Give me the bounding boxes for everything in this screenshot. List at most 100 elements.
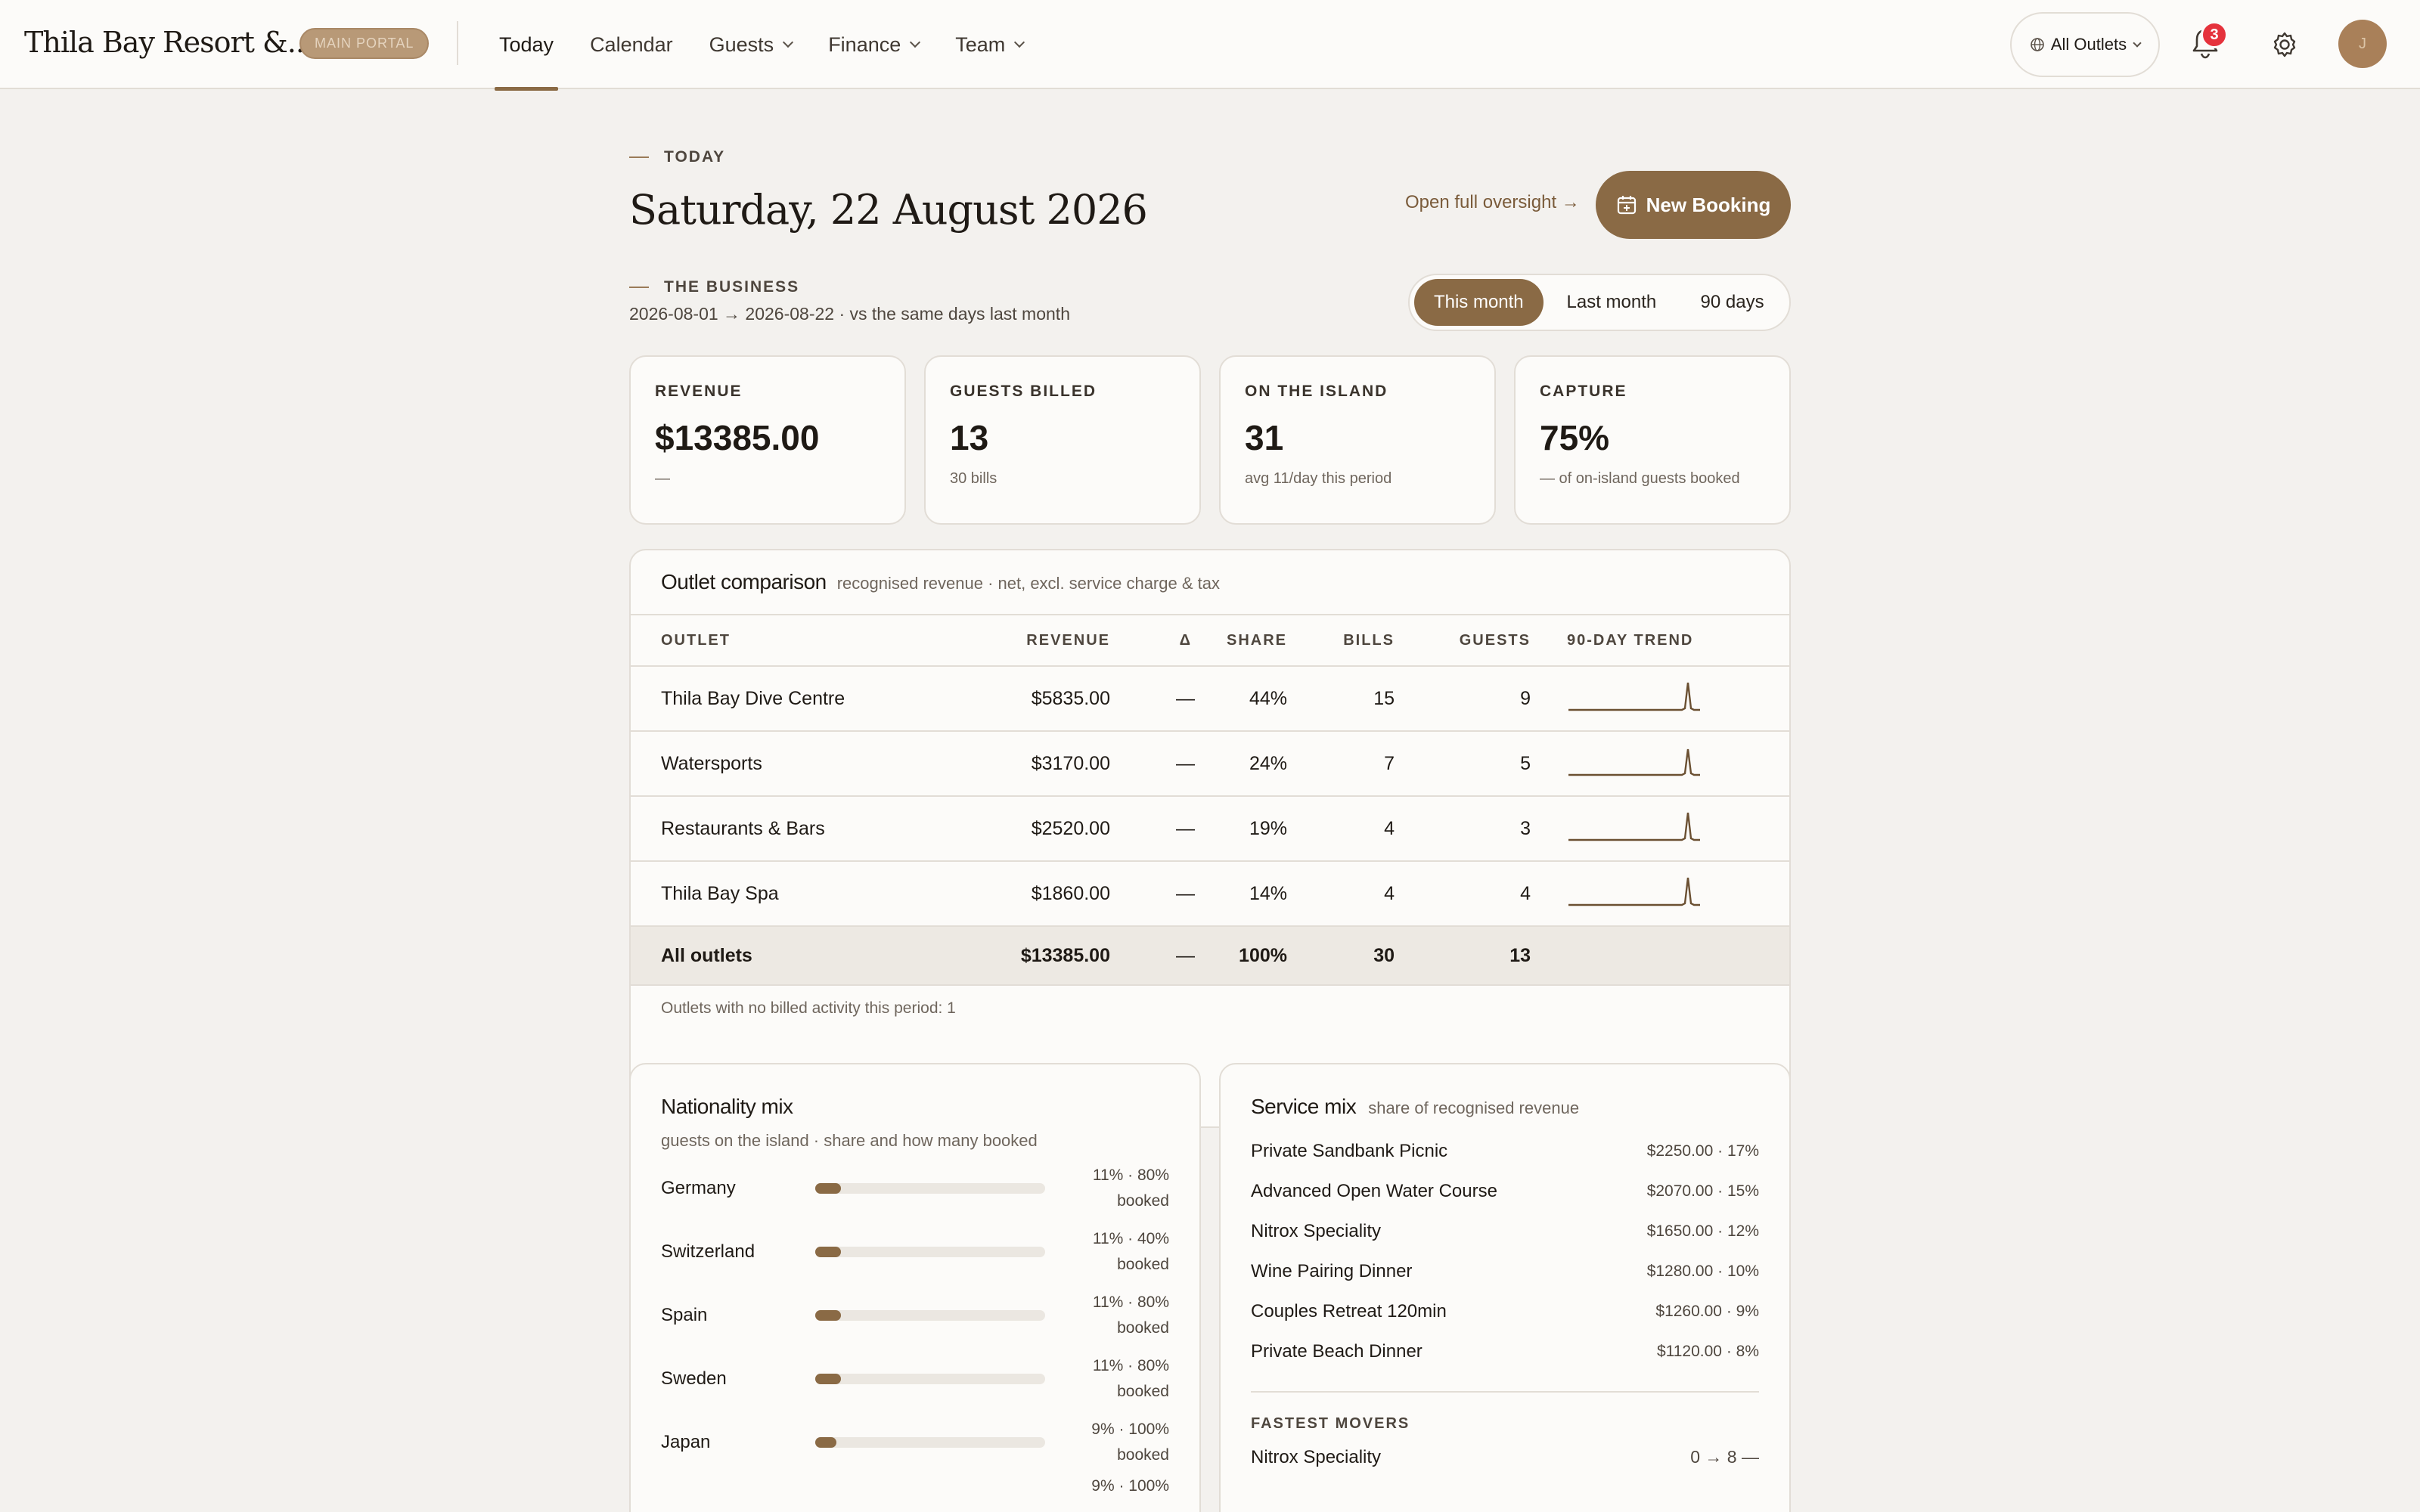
nationality-row: Spain 11% · 80% booked	[661, 1284, 1169, 1347]
kpi-sub: — of on-island guests booked	[1540, 470, 1740, 487]
mover-name: Nitrox Speciality	[1251, 1446, 1382, 1467]
service-value: $1650.00 · 12%	[1646, 1222, 1759, 1240]
outlet-name: Thila Bay Dive Centre	[631, 666, 994, 732]
outlet-delta: —	[1110, 861, 1195, 927]
fastest-movers-title: FASTEST MOVERS	[1251, 1415, 1410, 1432]
table-row[interactable]: Thila Bay Spa $1860.00 — 14% 4 4	[631, 861, 1789, 927]
card-subtitle: share of recognised revenue	[1368, 1098, 1580, 1117]
kpi-sub: 30 bills	[950, 470, 997, 487]
chevron-down-icon	[910, 36, 921, 48]
nav-link-team[interactable]: Team	[937, 0, 1041, 89]
nav-link-label: Calendar	[590, 33, 673, 56]
nav-link-label: Team	[955, 33, 1006, 56]
outlet-revenue: $1860.00	[994, 861, 1110, 927]
kpi-label: REVENUE	[655, 383, 743, 400]
outlet-share: 14%	[1195, 861, 1287, 927]
nationality-row: Japan 9% · 100% booked	[661, 1411, 1169, 1474]
outlet-table: OUTLET REVENUE Δ SHARE BILLS GUESTS 90-D…	[631, 614, 1789, 986]
country-name: Germany	[661, 1178, 736, 1198]
business-date-range: 2026-08-01 → 2026-08-22 · vs the same da…	[629, 304, 1070, 324]
chevron-down-icon	[783, 36, 794, 48]
table-header-row: OUTLET REVENUE Δ SHARE BILLS GUESTS 90-D…	[631, 614, 1789, 667]
service-item: Private Sandbank Picnic $2250.00 · 17%	[1251, 1131, 1759, 1171]
brand-name[interactable]: Thila Bay Resort &...	[24, 26, 313, 59]
share-bar	[815, 1183, 1046, 1194]
new-booking-button[interactable]: New Booking	[1596, 171, 1791, 239]
share-bar	[815, 1437, 1046, 1448]
nav-link-today[interactable]: Today	[481, 0, 572, 91]
trend-sparkline	[1531, 731, 1789, 797]
outlet-delta: —	[1110, 796, 1195, 862]
user-avatar[interactable]: J	[2338, 20, 2387, 68]
business-kicker: THE BUSINESS	[629, 278, 799, 296]
kpi-on-the-island: ON THE ISLAND 31 avg 11/day this period	[1219, 355, 1496, 525]
kpi-sub: avg 11/day this period	[1245, 470, 1392, 487]
service-item: Couples Retreat 120min $1260.00 · 9%	[1251, 1291, 1759, 1331]
table-row[interactable]: Restaurants & Bars $2520.00 — 19% 4 3	[631, 796, 1789, 862]
total-share: 100%	[1195, 926, 1287, 986]
period-toggle: This month Last month 90 days	[1408, 274, 1791, 331]
kpi-label: CAPTURE	[1540, 383, 1627, 400]
column-header: 90-DAY TREND	[1531, 614, 1789, 667]
partial-row-value: 9% · 100%	[1091, 1477, 1169, 1495]
outlet-name: Thila Bay Spa	[631, 861, 994, 927]
service-value: $2250.00 · 17%	[1646, 1142, 1759, 1160]
card-subtitle: recognised revenue · net, excl. service …	[836, 574, 1220, 593]
outlet-name: Watersports	[631, 731, 994, 797]
outlet-guests: 3	[1395, 796, 1531, 862]
gear-icon[interactable]	[2269, 29, 2301, 60]
outlet-selector[interactable]: All Outlets	[2010, 12, 2160, 77]
outlet-share: 24%	[1195, 731, 1287, 797]
service-name: Private Beach Dinner	[1251, 1340, 1423, 1362]
period-last-month[interactable]: Last month	[1544, 279, 1680, 326]
service-value: $1260.00 · 9%	[1655, 1302, 1759, 1320]
card-title: Nationality mix	[661, 1095, 793, 1118]
share-value: 11% · 80% booked	[1092, 1167, 1169, 1210]
share-bar-fill	[815, 1437, 836, 1448]
nationality-mix-card: Nationality mix guests on the island · s…	[629, 1063, 1201, 1512]
nav-link-calendar[interactable]: Calendar	[572, 0, 691, 89]
outlet-revenue: $2520.00	[994, 796, 1110, 862]
nav-link-guests[interactable]: Guests	[691, 0, 811, 89]
column-header: BILLS	[1287, 614, 1395, 667]
kpi-value: 75%	[1540, 418, 1610, 457]
nav-link-finance[interactable]: Finance	[810, 0, 937, 89]
chevron-down-icon	[1014, 36, 1025, 48]
open-full-oversight-link[interactable]: Open full oversight →	[1405, 192, 1580, 213]
table-row[interactable]: Thila Bay Dive Centre $5835.00 — 44% 15 …	[631, 666, 1789, 732]
total-delta: —	[1110, 926, 1195, 986]
share-bar	[815, 1374, 1046, 1384]
outlet-comparison-card: Outlet comparison recognised revenue · n…	[629, 549, 1791, 1128]
kpi-revenue: REVENUE $13385.00 —	[629, 355, 906, 525]
nav-link-label: Guests	[709, 33, 774, 56]
page-title-date: Saturday, 22 August 2026	[629, 186, 1148, 234]
service-item: Wine Pairing Dinner $1280.00 · 10%	[1251, 1251, 1759, 1291]
period-this-month[interactable]: This month	[1414, 279, 1544, 326]
kpi-guests-billed: GUESTS BILLED 13 30 bills	[924, 355, 1201, 525]
country-name: Sweden	[661, 1368, 727, 1389]
total-revenue: $13385.00	[994, 926, 1110, 986]
service-name: Wine Pairing Dinner	[1251, 1260, 1413, 1281]
column-header: REVENUE	[994, 614, 1110, 667]
country-name: Spain	[661, 1305, 708, 1325]
table-row[interactable]: Watersports $3170.00 — 24% 7 5	[631, 731, 1789, 797]
share-bar	[815, 1247, 1046, 1257]
trend-sparkline	[1531, 861, 1789, 927]
outlet-share: 44%	[1195, 666, 1287, 732]
outlet-share: 19%	[1195, 796, 1287, 862]
share-bar-fill	[815, 1183, 841, 1194]
portal-badge: MAIN PORTAL	[299, 28, 430, 59]
mover-value: 0 → 8 —	[1690, 1447, 1759, 1467]
period-90-days[interactable]: 90 days	[1680, 279, 1785, 326]
total-trend-empty	[1531, 926, 1789, 986]
nav-link-label: Today	[499, 33, 554, 56]
kpi-value: 13	[950, 418, 989, 457]
total-bills: 30	[1287, 926, 1395, 986]
service-item: Advanced Open Water Course $2070.00 · 15%	[1251, 1171, 1759, 1211]
outlet-bills: 4	[1287, 796, 1395, 862]
service-value: $1120.00 · 8%	[1656, 1342, 1759, 1360]
nav-divider	[457, 21, 458, 65]
total-label: All outlets	[631, 926, 994, 986]
column-header: GUESTS	[1395, 614, 1531, 667]
nav-links: Today Calendar Guests Finance Team	[481, 0, 1041, 91]
